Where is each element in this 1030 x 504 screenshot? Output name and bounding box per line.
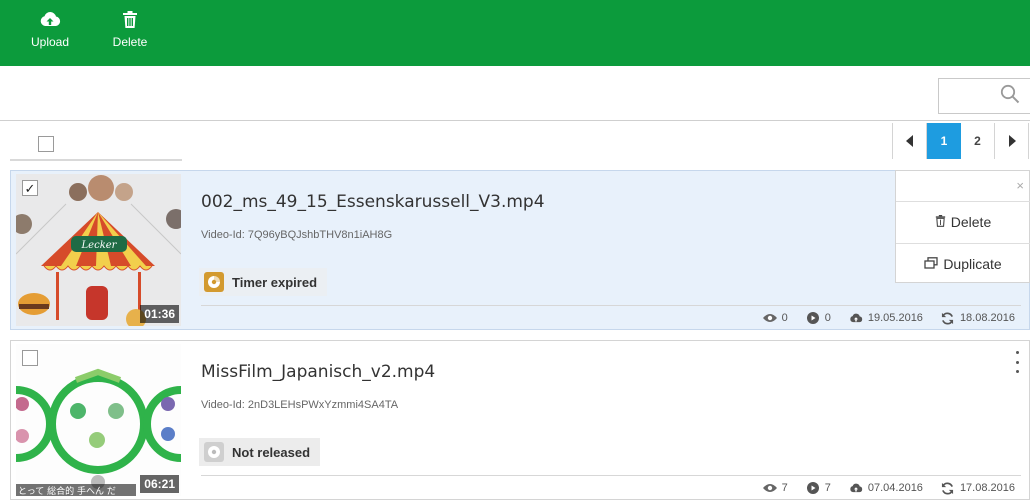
status-text: Not released [232,444,311,460]
video-card[interactable]: とって 総合的 手へん だ 06:21 MissFilm_Japanisch_v… [10,340,1030,500]
video-context-menu: × Delete Duplicate [895,170,1030,283]
video-title[interactable]: MissFilm_Japanisch_v2.mp4 [201,362,435,382]
chevron-left-icon [905,135,913,147]
select-all-checkbox[interactable] [38,136,54,152]
update-date-stat: 17.08.2016 [941,482,1015,494]
next-page-button[interactable] [995,123,1029,159]
play-circle-icon [806,312,820,324]
cloud-upload-icon [849,312,863,324]
video-duration: 01:36 [140,305,179,323]
views-stat: 7 [762,482,788,494]
play-circle-icon [806,482,820,494]
status-badge: Not released [199,438,321,466]
upload-date: 07.04.2016 [867,482,923,494]
plays-stat: 0 [806,312,831,324]
video-title[interactable]: 002_ms_49_15_Essenskarussell_V3.mp4 [201,192,545,212]
upload-label: Upload [30,35,70,49]
views-stat: 0 [762,312,788,324]
chevron-right-icon [1008,135,1016,147]
card-divider [201,475,1021,476]
plays-count: 7 [824,482,831,494]
plays-stat: 7 [806,482,831,494]
upload-date-stat: 07.04.2016 [849,482,923,494]
views-count: 7 [781,482,788,494]
trash-icon [935,214,946,230]
eye-icon [762,482,777,494]
status-icon [204,442,224,462]
search-box[interactable] [938,78,1030,114]
search-icon[interactable] [1000,84,1020,109]
page-button-2[interactable]: 2 [961,123,995,159]
video-thumbnail[interactable]: とって 総合的 手へん だ 06:21 [16,344,181,496]
close-icon[interactable]: × [1016,178,1024,193]
video-id: Video-Id: 2nD3LEHsPWxYzmmi4SA4TA [201,399,399,411]
video-checkbox[interactable]: ✓ [22,180,38,196]
upload-date-stat: 19.05.2016 [849,312,923,324]
status-badge: Timer expired [199,268,328,296]
video-stats: 0 0 19.05.2016 18.08.2016 [762,312,1015,324]
page-button-1[interactable]: 1 [927,123,961,159]
header-divider [10,159,182,161]
video-duration: 06:21 [140,475,179,493]
prev-page-button[interactable] [893,123,927,159]
more-options-button[interactable] [1011,351,1023,373]
status-text: Timer expired [232,274,318,290]
delete-label: Delete [112,35,148,49]
refresh-icon [941,312,955,324]
eye-icon [762,312,777,324]
card-divider [201,305,1021,306]
menu-item-duplicate[interactable]: Duplicate [896,243,1030,283]
menu-item-delete-label: Delete [950,213,992,230]
timer-icon [204,272,224,292]
update-date: 18.08.2016 [959,312,1015,324]
update-date-stat: 18.08.2016 [941,312,1015,324]
video-stats: 7 7 07.04.2016 17.08.2016 [762,482,1015,494]
search-bar-row [0,66,1030,121]
video-thumbnail[interactable]: Lecker ✓ 01:36 [16,174,181,326]
plays-count: 0 [824,312,831,324]
duplicate-icon [924,256,938,272]
upload-date: 19.05.2016 [867,312,923,324]
menu-item-duplicate-label: Duplicate [943,255,1002,272]
list-header-row [0,121,1030,161]
views-count: 0 [781,312,788,324]
thumb-logo-text: Lecker [81,240,118,251]
thumb-caption: とって 総合的 手へん だ [18,485,116,496]
refresh-icon [941,482,955,494]
delete-button[interactable]: Delete [90,0,170,66]
video-checkbox[interactable] [22,350,38,366]
upload-button[interactable]: Upload [10,0,90,66]
pagination: 1 2 [892,123,1029,159]
update-date: 17.08.2016 [959,482,1015,494]
cloud-upload-icon [849,482,863,494]
search-input[interactable] [943,83,993,109]
cloud-upload-icon [38,8,62,32]
video-card[interactable]: Lecker ✓ 01:36 002_ms_49_15_Essenskaruss… [10,170,1030,330]
menu-item-delete[interactable]: Delete [896,201,1030,241]
top-toolbar: Upload Delete [0,0,1030,66]
video-id: Video-Id: 7Q96yBQJshbTHV8n1iAH8G [201,229,393,241]
trash-icon [118,8,142,32]
